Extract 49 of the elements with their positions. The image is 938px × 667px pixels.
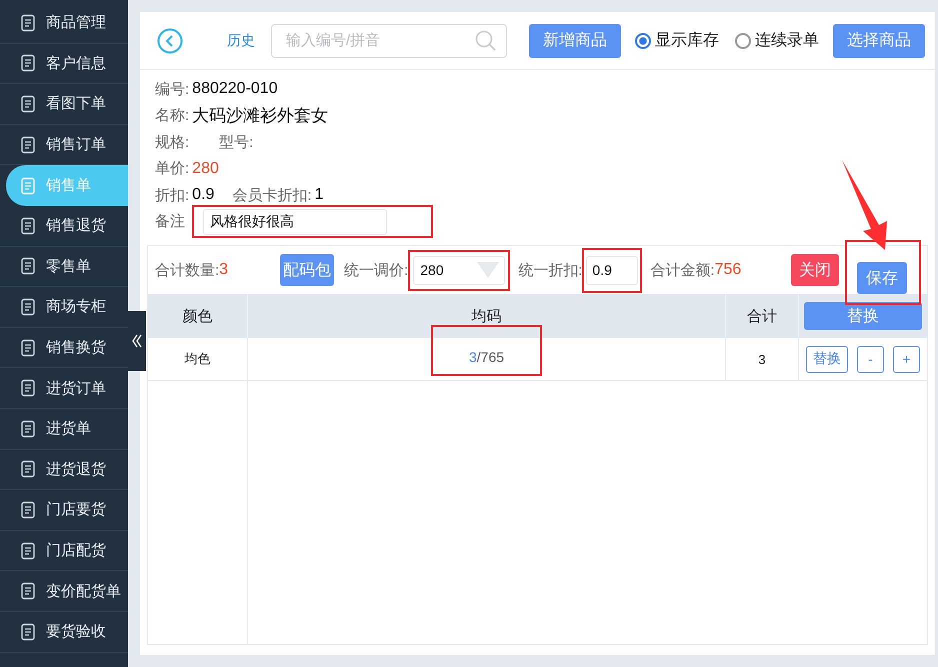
total-quantity: 3 (219, 261, 228, 279)
field-label: 折扣: (155, 186, 190, 205)
sidebar-item[interactable]: 零售单 (0, 246, 128, 288)
sidebar-item[interactable]: 门店配货 (0, 530, 128, 572)
field-label: 统一调价: (344, 260, 408, 280)
radio-option[interactable]: 显示库存 (635, 30, 719, 51)
product-code: 880220-010 (192, 80, 278, 98)
column-header: 合计 (726, 294, 799, 338)
table-cell: 3/765 (468, 348, 504, 364)
table-cell: 均色 (148, 338, 248, 380)
field-label: 单价: (155, 159, 190, 178)
sidebar-item[interactable]: 进货订单 (0, 368, 128, 409)
sidebar-item[interactable]: 进货退货 (0, 450, 128, 490)
field-label: 编号: (155, 80, 190, 99)
price-value: 280 (192, 160, 219, 178)
field-label: 名称: (155, 106, 190, 126)
sidebar-item[interactable]: 进货单 (0, 408, 128, 450)
column-header: 颜色 (148, 294, 248, 338)
sidebar-item[interactable]: 客户信息 (0, 44, 128, 84)
radio-option[interactable]: 连续录单 (735, 30, 819, 51)
discount-value: 0.9 (192, 186, 214, 204)
minus-button[interactable]: - (857, 346, 884, 372)
product-name: 大码沙滩衫外套女 (192, 105, 328, 128)
sidebar-item[interactable]: 要货验收 (0, 612, 128, 652)
field-label: 会员卡折扣: (232, 186, 312, 205)
replace-button[interactable]: 替换 (806, 346, 848, 372)
search-field[interactable]: 输入编号/拼音 (271, 24, 507, 58)
sidebar-item[interactable]: 商品管理 (0, 3, 128, 44)
field-label: 合计数量: (155, 260, 220, 280)
card-discount-value: 1 (314, 186, 324, 204)
sidebar-item[interactable]: 销售退货 (0, 206, 128, 247)
plus-button[interactable]: + (893, 346, 920, 372)
sidebar-item[interactable]: 看图下单 (0, 84, 128, 125)
table-cell: 3 (726, 338, 799, 380)
sidebar-item[interactable]: 门店要货 (0, 490, 128, 531)
column-header: 均码 (248, 294, 726, 338)
field-label: 合计金额: (650, 260, 715, 280)
sidebar-item[interactable]: 变价配货单 (0, 571, 128, 612)
close-button[interactable]: 关闭 (791, 254, 839, 286)
discount-field[interactable]: 0.9 (586, 256, 638, 284)
field-label: 型号: (219, 132, 254, 152)
total-amount: 756 (714, 261, 742, 279)
field-label: 备注 (155, 212, 185, 232)
sidebar-item[interactable]: 商场专柜 (0, 287, 128, 328)
note-field[interactable]: 风格很好很高 (203, 208, 387, 235)
price-dropdown[interactable]: 280 (413, 256, 506, 284)
field-label: 规格: (155, 132, 190, 152)
history-link[interactable]: 历史 (227, 32, 255, 50)
field-label: 统一折扣: (518, 260, 582, 280)
